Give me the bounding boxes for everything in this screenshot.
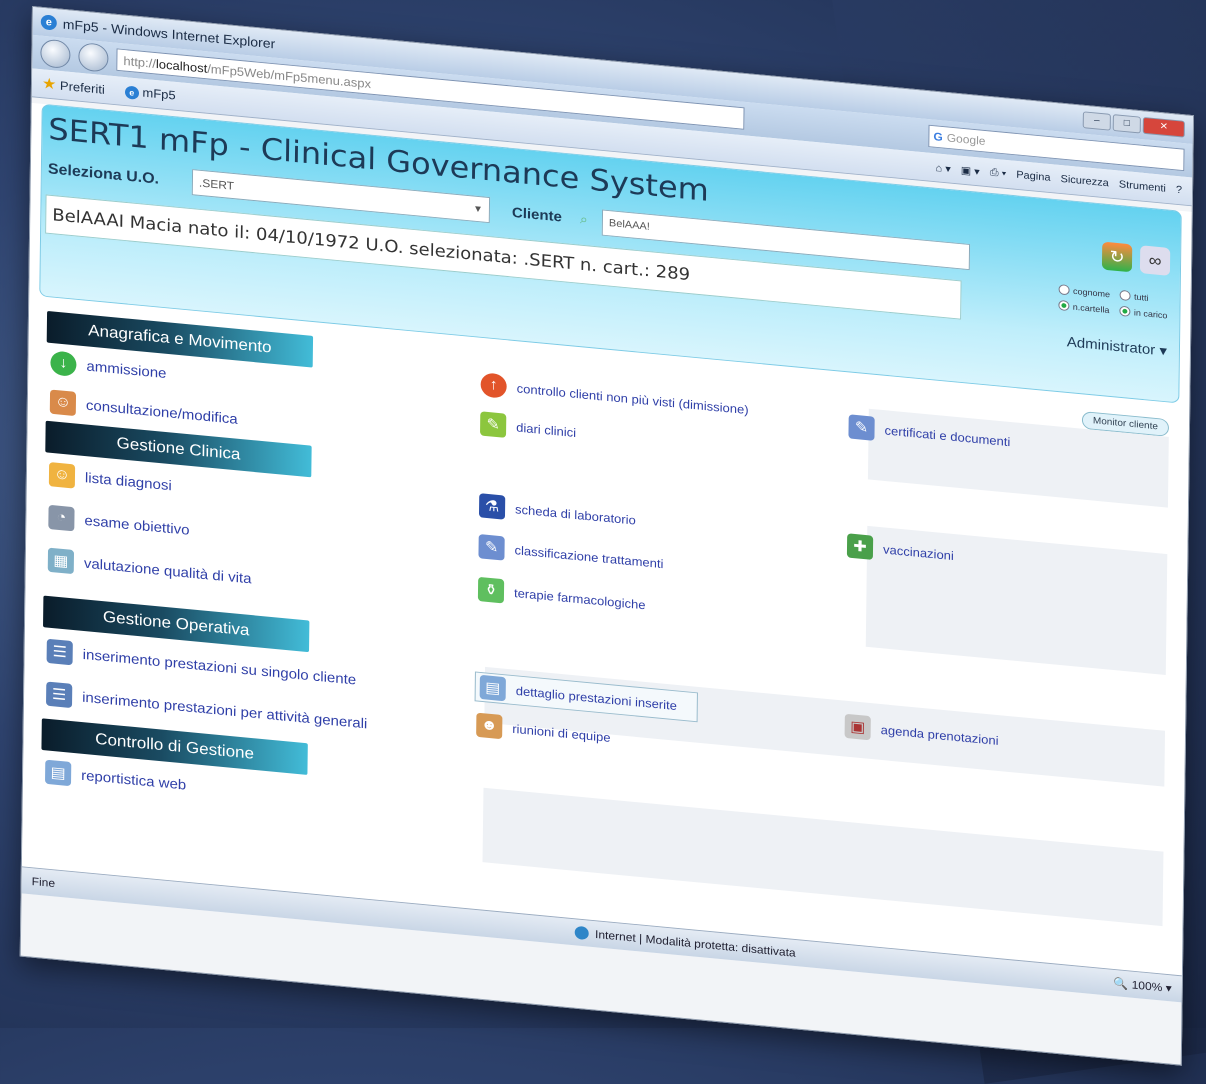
header-icons: ↻ ∞ [1101, 241, 1171, 276]
menu-esame-obiettivo[interactable]: ◔ esame obiettivo [48, 504, 190, 542]
search-options: cognome tutti n.cartella in carico [1058, 284, 1168, 321]
syringe-icon: ✚ [846, 533, 874, 560]
report-icon: ▤ [44, 759, 72, 787]
star-icon: ★ [41, 75, 57, 94]
favorites-button[interactable]: ★ Preferiti [42, 74, 105, 98]
menu-reportistica[interactable]: ▤ reportistica web [44, 759, 186, 797]
status-text: Fine [31, 874, 56, 890]
menu-terapie[interactable]: ⚱ terapie farmacologiche [477, 576, 646, 617]
print-icon[interactable]: ⎙ ▾ [990, 166, 1007, 180]
chevron-down-icon: ▼ [472, 203, 483, 215]
menu-pagina[interactable]: Pagina [1016, 169, 1050, 184]
calendar-icon: ▣ [844, 713, 871, 741]
radio-tutti[interactable]: tutti [1120, 289, 1168, 305]
feeds-icon[interactable]: ▣ ▾ [961, 164, 980, 178]
zoom-level[interactable]: 🔍 100% ▾ [1113, 976, 1172, 995]
tab-mfp5[interactable]: e mFp5 [124, 84, 176, 104]
menu-ammissione[interactable]: ↓ ammissione [50, 350, 167, 385]
lab-icon: ⚗ [478, 493, 506, 520]
menu-valutazione[interactable]: ▦ valutazione qualità di vita [47, 547, 252, 591]
paperclip-icon: ✎ [478, 534, 505, 561]
patient-info: BelAAAI Macia nato il: 04/10/1972 U.O. s… [45, 194, 962, 320]
search-icon: ⌕ [579, 211, 588, 227]
back-button[interactable] [40, 38, 71, 70]
page-content: SERT1 mFp - Clinical Governance System S… [21, 102, 1192, 1003]
refresh-icon[interactable]: ↻ [1101, 241, 1133, 273]
minimize-button[interactable]: – [1082, 111, 1111, 131]
radio-cognome[interactable]: cognome [1058, 284, 1110, 299]
browser-window: e mFp5 - Windows Internet Explorer – □ ✕… [19, 6, 1195, 1066]
menu-strumenti[interactable]: Strumenti [1119, 178, 1166, 195]
menu-diari[interactable]: ✎ diari clinici [480, 411, 576, 444]
radio-in-carico[interactable]: in carico [1119, 305, 1168, 321]
maximize-button[interactable]: □ [1112, 114, 1141, 134]
menu-scheda-laboratorio[interactable]: ⚗ scheda di laboratorio [478, 493, 636, 532]
uo-label: Seleziona U.O. [47, 161, 160, 188]
forward-button[interactable] [78, 42, 109, 73]
band [482, 787, 1164, 927]
arrow-up-icon: ↑ [480, 372, 507, 399]
document-edit-icon: ☰ [46, 638, 73, 666]
user-menu[interactable]: Administrator ▾ [1067, 333, 1167, 359]
document-icon: ▤ [479, 674, 506, 702]
security-zone[interactable]: Internet | Modalità protetta: disattivat… [574, 925, 796, 960]
ie-tab-icon: e [124, 85, 139, 100]
menu-sicurezza[interactable]: Sicurezza [1060, 173, 1108, 190]
pencil-icon: ✎ [480, 411, 507, 438]
flask-icon: ⚱ [477, 576, 505, 604]
glasses-icon[interactable]: ∞ [1139, 245, 1171, 276]
user-edit-icon: ☺ [49, 389, 77, 417]
document-edit-icon: ☰ [46, 681, 73, 709]
menu-classificazione[interactable]: ✎ classificazione trattamenti [478, 534, 664, 576]
chart-icon: ▦ [47, 547, 75, 575]
group-icon: ☻ [476, 712, 503, 740]
globe-icon [574, 925, 590, 941]
radio-ncartella[interactable]: n.cartella [1058, 299, 1110, 315]
home-icon[interactable]: ⌂ ▾ [935, 161, 950, 175]
google-icon: G [933, 129, 943, 144]
help-icon[interactable]: ? [1176, 184, 1182, 197]
menu-ins-singolo[interactable]: ☰ inserimento prestazioni su singolo cli… [46, 638, 357, 692]
gauge-icon: ◔ [48, 504, 75, 532]
ie-icon: e [40, 14, 57, 31]
doctor-icon: ☺ [48, 462, 76, 489]
menu-lista-diagnosi[interactable]: ☺ lista diagnosi [48, 462, 172, 498]
close-button[interactable]: ✕ [1142, 116, 1185, 138]
cliente-label: Cliente [511, 204, 563, 226]
window-controls: – □ ✕ [1082, 111, 1185, 138]
arrow-down-icon: ↓ [50, 350, 77, 378]
paperclip-icon: ✎ [848, 414, 875, 441]
